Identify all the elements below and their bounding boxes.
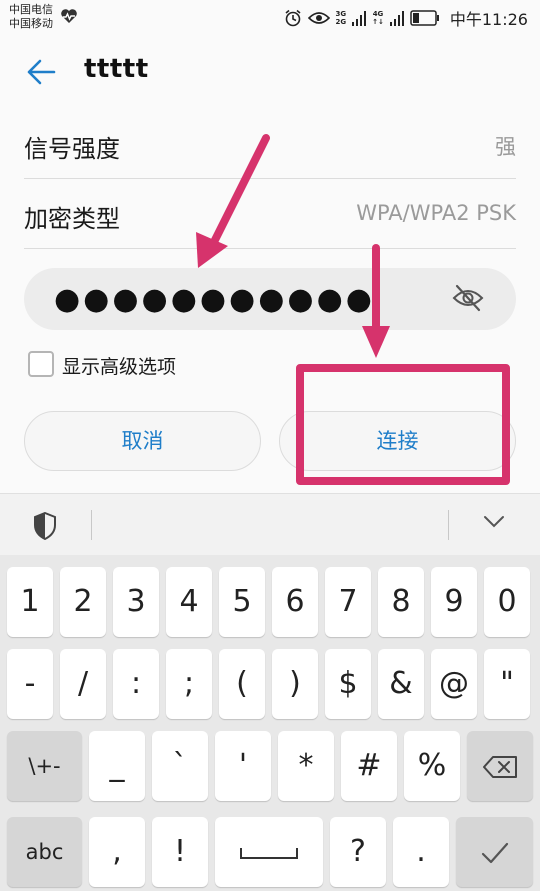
key[interactable]: - (7, 649, 53, 719)
password-input[interactable] (24, 268, 516, 330)
key[interactable]: . (393, 817, 449, 887)
key[interactable]: / (60, 649, 106, 719)
key[interactable]: 4 (166, 567, 212, 637)
key[interactable]: ' (215, 731, 271, 801)
space-icon (240, 847, 298, 859)
shield-icon[interactable] (33, 511, 57, 544)
key[interactable]: 7 (325, 567, 371, 637)
key[interactable]: 5 (219, 567, 265, 637)
abc-mode-key[interactable]: abc (7, 817, 82, 887)
key[interactable]: $ (325, 649, 371, 719)
cancel-button[interactable]: 取消 (24, 411, 261, 471)
alarm-icon (284, 9, 302, 27)
eye-comfort-icon (307, 10, 330, 26)
network-name: ttttt (84, 54, 149, 84)
security-type-label: 加密类型 (24, 205, 120, 233)
signal-strength-label: 信号强度 (24, 135, 120, 163)
key[interactable]: ! (152, 817, 208, 887)
carrier-2: 中国移动 (9, 17, 53, 30)
keyboard-row-more-symbols: \+- _ ` ' * # % (0, 731, 540, 801)
chevron-down-icon[interactable] (483, 514, 505, 533)
checkmark-icon (481, 842, 508, 863)
key[interactable]: ` (152, 731, 208, 801)
key[interactable]: * (278, 731, 334, 801)
key[interactable]: ; (166, 649, 212, 719)
keyboard-row-bottom: abc , ! ? . (0, 817, 540, 887)
back-arrow-icon[interactable] (26, 58, 56, 90)
signal-strength-row: 信号强度 强 (24, 109, 516, 179)
carrier-1: 中国电信 (9, 3, 53, 16)
key[interactable]: 1 (7, 567, 53, 637)
key[interactable]: ? (330, 817, 386, 887)
carrier-info: 中国电信 中国移动 (9, 3, 53, 31)
key[interactable]: 2 (60, 567, 106, 637)
network-type-2: 4G ↑↓ (372, 10, 384, 26)
key[interactable]: # (341, 731, 397, 801)
soft-keyboard: 1 2 3 4 5 6 7 8 9 0 - / : ; ( ) $ & @ " … (0, 555, 540, 891)
key[interactable]: & (378, 649, 424, 719)
key[interactable]: ) (272, 649, 318, 719)
security-type-row: 加密类型 WPA/WPA2 PSK (24, 179, 516, 249)
key[interactable]: % (404, 731, 460, 801)
key[interactable]: ( (219, 649, 265, 719)
key[interactable]: 9 (431, 567, 477, 637)
key[interactable]: 3 (113, 567, 159, 637)
key[interactable]: 8 (378, 567, 424, 637)
header: ttttt (0, 36, 540, 106)
keyboard-row-symbols: - / : ; ( ) $ & @ " (0, 649, 540, 719)
keyboard-row-numbers: 1 2 3 4 5 6 7 8 9 0 (0, 567, 540, 637)
status-bar: 中国电信 中国移动 3G 2G 4G ↑↓ 中午11:26 (0, 0, 540, 36)
symbol-mode-key[interactable]: \+- (7, 731, 82, 801)
enter-key[interactable] (456, 817, 533, 887)
key[interactable]: : (113, 649, 159, 719)
key[interactable]: 0 (484, 567, 530, 637)
security-type-value: WPA/WPA2 PSK (356, 201, 516, 225)
battery-icon (410, 10, 440, 26)
status-icons: 3G 2G 4G ↑↓ 中午11:26 (284, 6, 528, 30)
key[interactable]: " (484, 649, 530, 719)
clock: 中午11:26 (449, 10, 528, 29)
key[interactable]: @ (431, 649, 477, 719)
space-key[interactable] (215, 817, 323, 887)
key[interactable]: , (89, 817, 145, 887)
keyboard-toolbar (0, 493, 540, 555)
network-type-1: 3G 2G (335, 10, 347, 26)
backspace-key[interactable] (467, 731, 533, 801)
backspace-icon (483, 755, 517, 778)
connect-highlight-box (296, 364, 510, 485)
key[interactable]: 6 (272, 567, 318, 637)
advanced-options-checkbox[interactable] (28, 351, 54, 377)
eye-off-icon[interactable] (452, 283, 484, 317)
signal-strength-value: 强 (495, 135, 516, 159)
signal-icon-2 (389, 10, 404, 26)
toolbar-divider (91, 510, 92, 540)
heart-rate-icon (60, 8, 78, 28)
key[interactable]: _ (89, 731, 145, 801)
toolbar-divider (448, 510, 449, 540)
advanced-options-label: 显示高级选项 (62, 356, 177, 378)
signal-icon-1 (352, 10, 367, 26)
